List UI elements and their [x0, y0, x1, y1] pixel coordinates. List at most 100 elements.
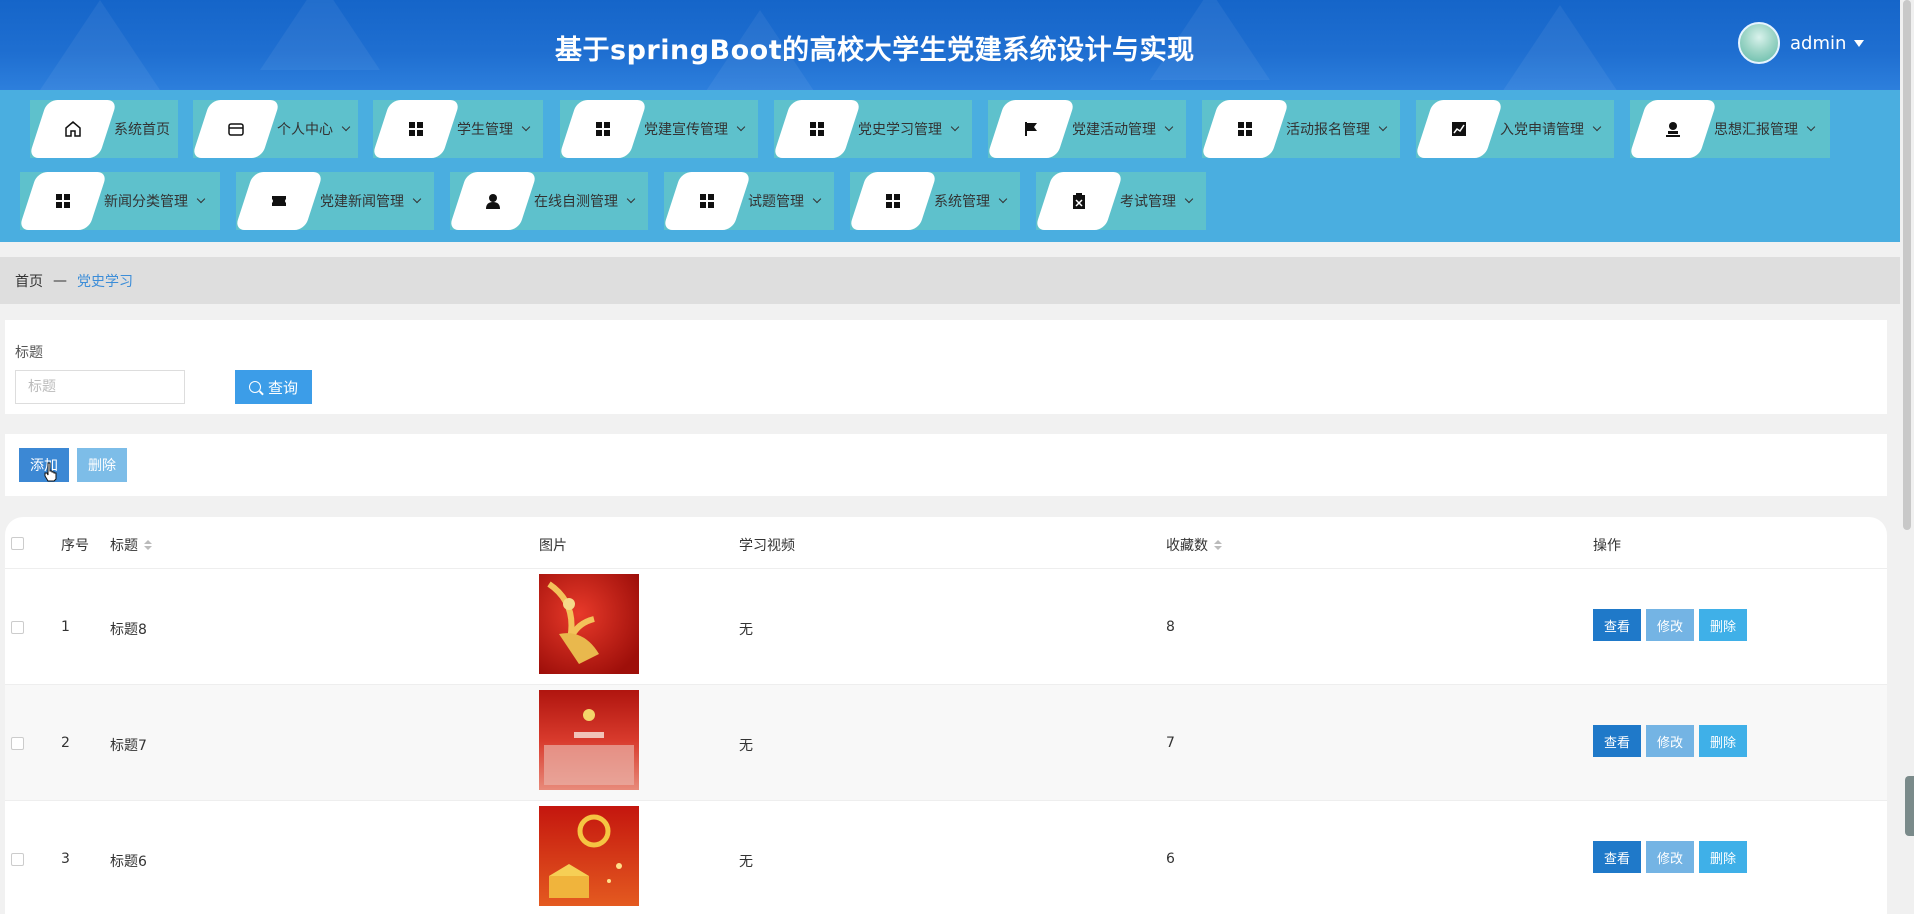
row-image	[539, 806, 639, 906]
grid-icon	[700, 194, 714, 208]
nav-item-propaganda-management[interactable]: 党建宣传管理	[558, 100, 758, 158]
nav-item-application-management[interactable]: 入党申请管理	[1414, 100, 1614, 158]
nav-item-student-management[interactable]: 学生管理	[371, 100, 543, 158]
person-icon	[485, 193, 501, 209]
header-title-label: 标题	[110, 538, 138, 554]
batch-delete-button[interactable]: 删除	[77, 448, 127, 482]
row-favorites: 8	[1166, 619, 1175, 635]
sort-icon[interactable]	[1214, 540, 1222, 550]
data-table: 序号 标题 图片 学习视频 收藏数 操作 1 标题8 无 8 查看 修改 删除	[5, 517, 1887, 914]
search-button[interactable]: 查询	[235, 370, 312, 404]
header-favorites[interactable]: 收藏数	[1166, 535, 1222, 555]
row-favorites: 6	[1166, 851, 1175, 867]
view-button[interactable]: 查看	[1593, 725, 1641, 757]
edit-button[interactable]: 修改	[1646, 609, 1694, 641]
nav-label: 党建新闻管理	[320, 194, 404, 210]
chevron-down-icon	[812, 194, 822, 204]
row-video: 无	[739, 738, 753, 754]
header-favorites-label: 收藏数	[1166, 538, 1208, 554]
wallet-icon	[227, 120, 245, 138]
nav-label: 党建宣传管理	[644, 122, 728, 138]
row-video: 无	[739, 622, 753, 638]
chevron-down-icon	[196, 194, 206, 204]
nav-item-history-study-management[interactable]: 党史学习管理	[772, 100, 972, 158]
delete-button[interactable]: 删除	[1699, 725, 1747, 757]
chevron-down-icon	[950, 122, 960, 132]
table-header: 序号 标题 图片 学习视频 收藏数 操作	[5, 517, 1887, 569]
flag-icon	[1023, 121, 1039, 137]
nav-label: 思想汇报管理	[1714, 122, 1798, 138]
table-row: 1 标题8 无 8 查看 修改 删除	[5, 569, 1887, 685]
nav-item-exam-management[interactable]: 考试管理	[1034, 172, 1206, 230]
nav-item-question-management[interactable]: 试题管理	[662, 172, 834, 230]
header-image: 图片	[539, 538, 567, 554]
grid-icon	[1238, 122, 1252, 136]
row-checkbox[interactable]	[11, 621, 24, 634]
row-title: 标题7	[110, 738, 147, 754]
action-bar: 添加 删除	[5, 434, 1887, 496]
side-tool-widget[interactable]	[1905, 776, 1914, 836]
row-checkbox[interactable]	[11, 853, 24, 866]
view-button[interactable]: 查看	[1593, 609, 1641, 641]
nav-item-signup-management[interactable]: 活动报名管理	[1200, 100, 1400, 158]
nav-label: 试题管理	[748, 194, 804, 210]
nav-label: 个人中心	[277, 122, 333, 138]
nav-label: 党史学习管理	[858, 122, 942, 138]
delete-button[interactable]: 删除	[1699, 841, 1747, 873]
caret-down-icon	[1854, 39, 1865, 47]
row-checkbox[interactable]	[11, 737, 24, 750]
chevron-down-icon	[521, 122, 531, 132]
nav-label: 系统管理	[934, 194, 990, 210]
scrollbar-thumb[interactable]	[1903, 0, 1911, 530]
edit-button[interactable]: 修改	[1646, 725, 1694, 757]
nav-item-personal-center[interactable]: 个人中心	[191, 100, 358, 158]
breadcrumb-current: 党史学习	[77, 273, 133, 290]
nav-label: 新闻分类管理	[104, 194, 188, 210]
sort-icon[interactable]	[144, 540, 152, 550]
title-search-input[interactable]	[15, 370, 185, 404]
nav-item-self-test-management[interactable]: 在线自测管理	[448, 172, 648, 230]
nav-label: 活动报名管理	[1286, 122, 1370, 138]
breadcrumb-home[interactable]: 首页	[15, 271, 43, 291]
top-header: 基于springBoot的高校大学生党建系统设计与实现 admin	[0, 0, 1900, 90]
grid-icon	[886, 194, 900, 208]
grid-icon	[409, 122, 423, 136]
grid-icon	[56, 194, 70, 208]
chevron-down-icon	[412, 194, 422, 204]
header-pattern	[260, 0, 380, 70]
row-image	[539, 690, 639, 790]
chevron-down-icon	[1806, 122, 1816, 132]
header-title[interactable]: 标题	[110, 535, 152, 555]
chevron-down-icon	[1378, 122, 1388, 132]
search-button-label: 查询	[267, 378, 298, 397]
header-pattern	[1500, 5, 1620, 90]
nav-label: 党建活动管理	[1072, 122, 1156, 138]
chart-icon	[1451, 121, 1467, 137]
user-name: admin	[1790, 32, 1847, 54]
row-video: 无	[739, 854, 753, 870]
row-index: 3	[61, 851, 70, 867]
nav-label: 系统首页	[114, 122, 170, 138]
stamp-icon	[1665, 121, 1681, 137]
nav-item-home[interactable]: 系统首页	[28, 100, 178, 158]
nav-label: 考试管理	[1120, 194, 1176, 210]
edit-button[interactable]: 修改	[1646, 841, 1694, 873]
view-button[interactable]: 查看	[1593, 841, 1641, 873]
search-panel: 标题 查询	[5, 320, 1887, 414]
nav-item-news-management[interactable]: 党建新闻管理	[234, 172, 434, 230]
nav-item-thought-report-management[interactable]: 思想汇报管理	[1628, 100, 1830, 158]
row-index: 2	[61, 735, 70, 751]
select-all-checkbox[interactable]	[11, 537, 24, 550]
nav-label: 学生管理	[457, 122, 513, 138]
table-row: 2 标题7 无 7 查看 修改 删除	[5, 685, 1887, 801]
nav-label: 入党申请管理	[1500, 122, 1584, 138]
nav-item-system-management[interactable]: 系统管理	[848, 172, 1020, 230]
row-image	[539, 574, 639, 674]
chevron-down-icon	[626, 194, 636, 204]
nav-item-news-category-management[interactable]: 新闻分类管理	[18, 172, 220, 230]
search-icon	[248, 381, 261, 393]
delete-button[interactable]: 删除	[1699, 609, 1747, 641]
nav-item-activity-management[interactable]: 党建活动管理	[986, 100, 1186, 158]
user-menu[interactable]: admin	[1738, 22, 1865, 64]
header-ops: 操作	[1593, 538, 1621, 554]
